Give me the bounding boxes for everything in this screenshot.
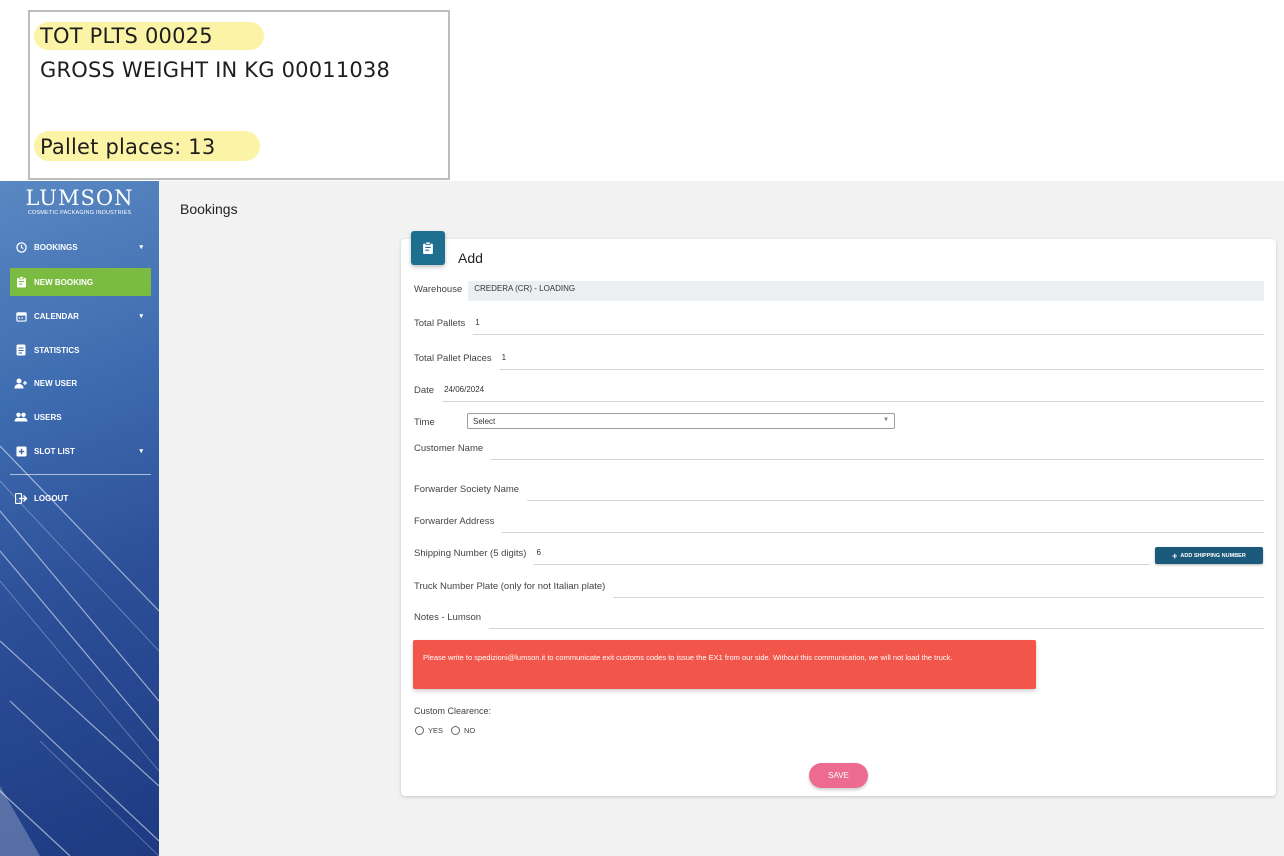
sidebar-item-label: CALENDAR bbox=[34, 311, 79, 321]
document-snippet: TOT PLTS 00025 GROSS WEIGHT IN KG 000110… bbox=[28, 10, 450, 180]
forwarder-society-input[interactable] bbox=[527, 481, 1264, 501]
document-icon bbox=[14, 343, 28, 357]
radio-no-label: NO bbox=[464, 726, 476, 735]
snippet-pallet-places: Pallet places: 13 bbox=[40, 135, 216, 159]
forwarder-address-input[interactable] bbox=[502, 513, 1264, 533]
truck-plate-label: Truck Number Plate (only for not Italian… bbox=[414, 581, 606, 592]
app-window: LUMSON COSMETIC PACKAGING INDUSTRIES BOO… bbox=[0, 181, 1284, 856]
customer-name-label: Customer Name bbox=[414, 443, 484, 454]
sidebar-item-label: NEW BOOKING bbox=[34, 277, 94, 287]
custom-clearence-label: Custom Clearence: bbox=[414, 706, 492, 716]
snippet-tot-plts: TOT PLTS 00025 bbox=[40, 24, 213, 48]
time-field: Time Select ▼ bbox=[414, 413, 1264, 431]
users-icon bbox=[14, 410, 28, 424]
shipping-number-field: Shipping Number (5 digits) bbox=[414, 543, 1150, 565]
time-select-value: Select bbox=[473, 417, 496, 426]
notes-label: Notes - Lumson bbox=[414, 612, 482, 623]
sidebar-item-label: USERS bbox=[34, 412, 62, 422]
sidebar-item-bookings[interactable]: BOOKINGS ▾ bbox=[10, 233, 151, 261]
customer-name-field: Customer Name bbox=[414, 438, 1264, 460]
custom-clearence-no[interactable]: NO bbox=[451, 726, 475, 735]
slot-icon bbox=[14, 444, 28, 458]
forwarder-society-label: Forwarder Society Name bbox=[414, 484, 520, 495]
radio-yes-label: YES bbox=[428, 726, 444, 735]
forwarder-society-field: Forwarder Society Name bbox=[414, 479, 1264, 501]
brand-name: LUMSON bbox=[25, 186, 134, 210]
notes-field: Notes - Lumson bbox=[414, 607, 1264, 629]
snippet-gross-weight: GROSS WEIGHT IN KG 00011038 bbox=[40, 58, 391, 82]
total-pallet-places-field: Total Pallet Places bbox=[414, 348, 1264, 370]
clipboard-icon bbox=[411, 231, 445, 265]
sidebar: LUMSON COSMETIC PACKAGING INDUSTRIES BOO… bbox=[0, 181, 159, 856]
warehouse-field: Warehouse bbox=[414, 279, 1264, 301]
sidebar-item-label: NEW USER bbox=[34, 378, 78, 388]
brand-logo[interactable]: LUMSON COSMETIC PACKAGING INDUSTRIES bbox=[0, 187, 159, 216]
total-pallet-places-input[interactable] bbox=[499, 350, 1264, 370]
page-title: Bookings bbox=[180, 201, 238, 217]
date-field: Date bbox=[414, 380, 1264, 402]
plus-icon: + bbox=[1172, 550, 1178, 561]
add-user-icon bbox=[14, 376, 28, 390]
shipping-number-label: Shipping Number (5 digits) bbox=[414, 548, 527, 559]
chevron-down-icon: ▾ bbox=[139, 448, 143, 455]
save-button[interactable]: SAVE bbox=[809, 763, 868, 788]
sidebar-item-users[interactable]: USERS bbox=[10, 403, 151, 431]
time-label: Time bbox=[414, 417, 435, 428]
date-input[interactable] bbox=[442, 382, 1264, 402]
radio-no[interactable] bbox=[451, 726, 461, 735]
total-pallets-label: Total Pallets bbox=[414, 318, 466, 329]
sidebar-item-label: BOOKINGS bbox=[34, 242, 78, 252]
card-title: Add bbox=[458, 250, 483, 266]
date-label: Date bbox=[414, 385, 435, 396]
sidebar-item-calendar[interactable]: CALENDAR ▾ bbox=[10, 302, 151, 330]
radio-yes[interactable] bbox=[415, 726, 424, 735]
total-pallets-input[interactable] bbox=[473, 315, 1264, 335]
sidebar-divider bbox=[10, 474, 151, 475]
total-pallets-field: Total Pallets bbox=[414, 313, 1264, 335]
add-booking-card: Add Warehouse Total Pallets Total Pallet… bbox=[401, 231, 1276, 796]
calendar-icon bbox=[14, 309, 28, 323]
forwarder-address-field: Forwarder Address bbox=[414, 511, 1264, 533]
customer-name-input[interactable] bbox=[491, 440, 1264, 460]
sidebar-item-label: LOGOUT bbox=[34, 493, 69, 503]
sidebar-item-logout[interactable]: LOGOUT bbox=[10, 484, 151, 512]
chevron-down-icon: ▾ bbox=[139, 244, 143, 251]
custom-clearence-yes[interactable]: YES bbox=[415, 726, 443, 735]
sidebar-item-slot-list[interactable]: SLOT LIST ▾ bbox=[10, 437, 151, 465]
chevron-down-icon: ▼ bbox=[883, 417, 889, 423]
shipping-number-input[interactable] bbox=[534, 545, 1150, 565]
clock-icon bbox=[14, 240, 28, 254]
sidebar-item-new-user[interactable]: NEW USER bbox=[10, 369, 151, 397]
notes-input[interactable] bbox=[489, 609, 1264, 629]
sidebar-item-label: SLOT LIST bbox=[34, 446, 75, 456]
total-pallet-places-label: Total Pallet Places bbox=[414, 353, 492, 364]
forwarder-address-label: Forwarder Address bbox=[414, 516, 495, 527]
brand-tagline: COSMETIC PACKAGING INDUSTRIES bbox=[27, 210, 132, 216]
chevron-down-icon: ▾ bbox=[139, 313, 143, 320]
sidebar-item-new-booking[interactable]: NEW BOOKING bbox=[10, 268, 151, 296]
warehouse-label: Warehouse bbox=[414, 284, 463, 295]
sidebar-item-statistics[interactable]: STATISTICS bbox=[10, 336, 151, 364]
truck-plate-input[interactable] bbox=[613, 578, 1264, 598]
custom-clearence-options: YES NO bbox=[415, 726, 483, 735]
customs-alert: Please write to spedizioni@lumson.it to … bbox=[413, 640, 1036, 689]
warehouse-input[interactable] bbox=[468, 281, 1264, 301]
sidebar-item-label: STATISTICS bbox=[34, 345, 80, 355]
logout-icon bbox=[14, 491, 28, 505]
clipboard-icon bbox=[14, 275, 28, 289]
add-shipping-number-button[interactable]: + ADD SHIPPING NUMBER bbox=[1155, 547, 1263, 564]
time-select[interactable]: Select ▼ bbox=[467, 413, 895, 429]
truck-plate-field: Truck Number Plate (only for not Italian… bbox=[414, 576, 1264, 598]
add-shipping-number-label: ADD SHIPPING NUMBER bbox=[1180, 552, 1246, 559]
